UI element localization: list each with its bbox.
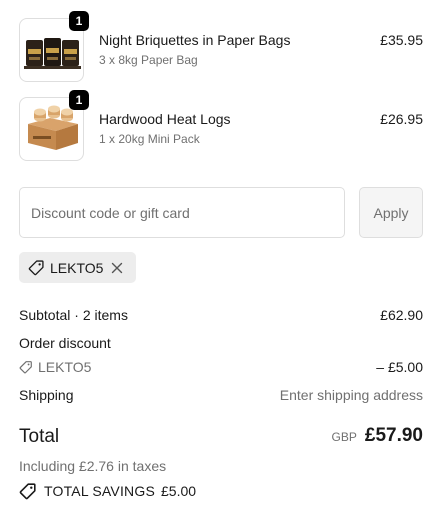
shipping-value: Enter shipping address [279, 387, 423, 403]
apply-discount-button[interactable]: Apply [359, 187, 423, 238]
order-discount-row: Order discount [19, 335, 423, 351]
close-icon[interactable] [111, 262, 123, 274]
subtotal-value: £62.90 [380, 307, 423, 323]
line-item: 1 Hardwood Heat Logs 1 x 20kg Mini Pack … [19, 90, 423, 161]
product-title: Hardwood Heat Logs [99, 111, 231, 127]
total-label: Total [19, 426, 60, 447]
product-price: £35.95 [380, 32, 423, 48]
total-savings: TOTAL SAVINGS £5.00 [19, 482, 196, 500]
product-variant: 3 x 8kg Paper Bag [99, 53, 198, 67]
savings-label: TOTAL SAVINGS [44, 483, 155, 499]
product-thumbnail: 1 [19, 90, 89, 161]
tag-icon [19, 361, 32, 374]
order-discount-label: Order discount [19, 335, 111, 351]
discount-code-row: LEKTO5 – £5.00 [19, 359, 423, 377]
discount-code-label: LEKTO5 [50, 259, 104, 276]
product-title: Night Briquettes in Paper Bags [99, 32, 291, 48]
quantity-badge: 1 [69, 11, 89, 31]
subtotal-label: Subtotal · 2 items [19, 307, 128, 323]
discount-value: – £5.00 [376, 359, 423, 375]
tag-icon [28, 260, 44, 276]
quantity-badge: 1 [69, 90, 89, 110]
total-price: GBP £57.90 [332, 425, 423, 447]
product-variant: 1 x 20kg Mini Pack [99, 132, 200, 146]
summary-discount-code: LEKTO5 [38, 359, 92, 375]
total-amount: £57.90 [364, 425, 423, 446]
taxes-note: Including £2.76 in taxes [19, 458, 167, 474]
product-price: £26.95 [380, 111, 423, 127]
savings-value: £5.00 [161, 483, 197, 499]
currency-code: GBP [331, 430, 357, 444]
discount-code-input[interactable] [19, 187, 345, 238]
line-item: 1 Night Briquettes in Paper Bags 3 x 8kg… [19, 11, 423, 82]
product-thumbnail: 1 [19, 11, 89, 82]
subtotal-row: Subtotal · 2 items £62.90 [19, 307, 423, 323]
applied-discount-chip: LEKTO5 [19, 252, 136, 283]
shipping-label: Shipping [19, 387, 74, 403]
shipping-row: Shipping Enter shipping address [19, 387, 423, 403]
tag-icon [19, 483, 36, 500]
